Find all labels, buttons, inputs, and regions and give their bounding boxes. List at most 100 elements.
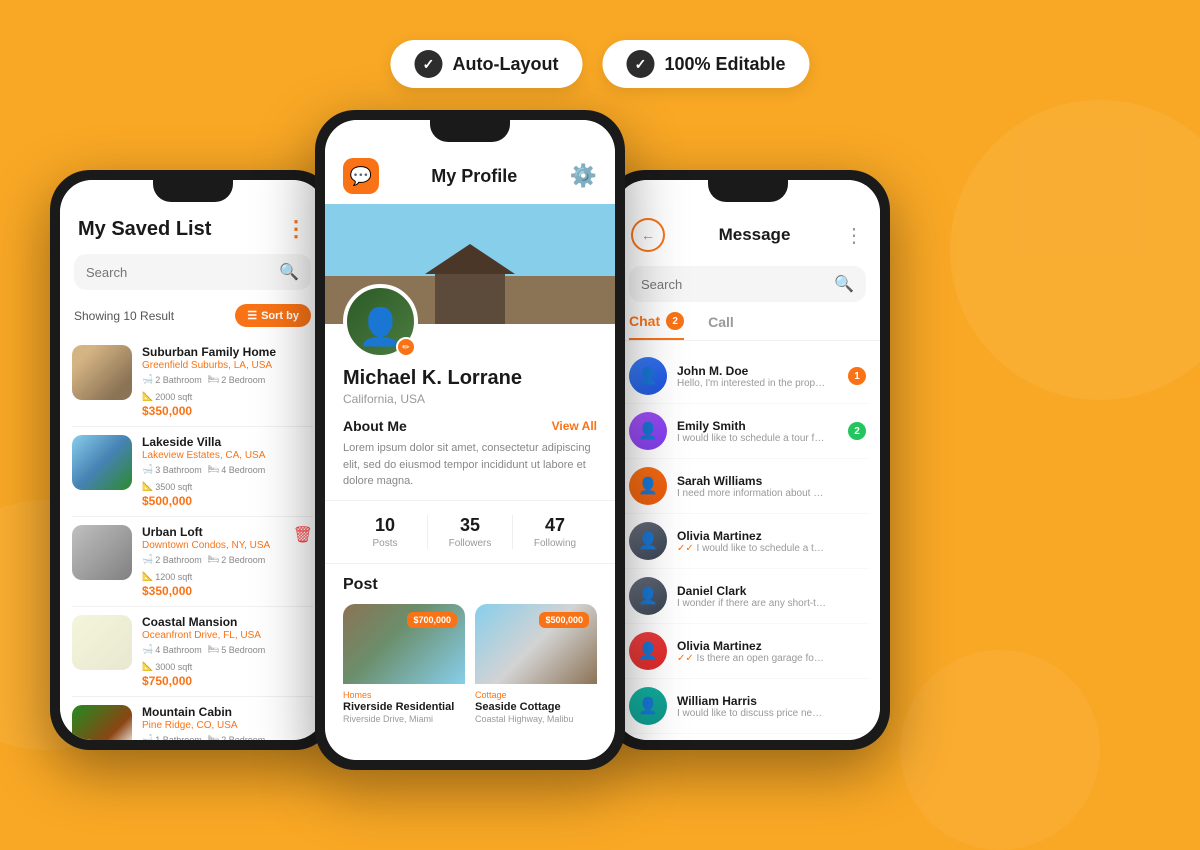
phone-message: ← Message ⋮ 🔍 Chat 2 Call [605, 170, 890, 750]
prop-info-2: Urban Loft Downtown Condos, NY, USA 🛁 2 … [142, 525, 283, 598]
settings-icon[interactable]: ⚙️ [570, 163, 597, 189]
prop-bath-0: 🛁 2 Bathroom [142, 374, 202, 385]
tab-call-label: Call [708, 314, 734, 330]
prop-price-2: $350,000 [142, 584, 283, 598]
phones-container: My Saved List ⋮ 🔍 Showing 10 Result ☰ So… [50, 110, 1150, 770]
chat-name-6: William Harris [677, 694, 866, 708]
chat-item-0[interactable]: 👤 John M. Doe Hello, I'm interested in t… [625, 349, 870, 404]
prop-location-4: Pine Ridge, CO, USA [142, 720, 313, 731]
chat-item-1[interactable]: 👤 Emily Smith I would like to schedule a… [625, 404, 870, 459]
phone-profile: 💬 My Profile ⚙️ 👤 ✏ Michael K. Lorrane C… [315, 110, 625, 770]
chat-avatar-1: 👤 [629, 412, 667, 450]
chat-preview-5: ✓✓ Is there an open garage for two cars … [677, 653, 827, 664]
post-card-title-0: Riverside Residential [343, 701, 465, 713]
prop-sqft-0: 📐 2000 sqft [142, 391, 192, 402]
stat-following: 47 Following [513, 515, 597, 549]
prop-bed-3: 🛏 5 Bedroom [208, 644, 265, 655]
stat-followers: 35 Followers [428, 515, 512, 549]
saved-list-screen: My Saved List ⋮ 🔍 Showing 10 Result ☰ So… [60, 180, 325, 740]
chat-item-5[interactable]: 👤 Olivia Martinez ✓✓ Is there an open ga… [625, 624, 870, 679]
chat-badge-0: 1 [848, 367, 866, 385]
chat-preview-3: ✓✓ I would like to schedule a tour for S… [677, 543, 827, 554]
chat-name-2: Sarah Williams [677, 474, 866, 488]
post-card-1[interactable]: $500,000 Cottage Seaside Cottage Coastal… [475, 604, 597, 730]
prop-bath-4: 🛁 1 Bathroom [142, 734, 202, 740]
chat-item-3[interactable]: 👤 Olivia Martinez ✓✓ I would like to sch… [625, 514, 870, 569]
sort-button[interactable]: ☰ Sort by [235, 304, 311, 327]
profile-name-section: Michael K. Lorrane California, USA [325, 359, 615, 406]
property-item-0[interactable]: Suburban Family Home Greenfield Suburbs,… [72, 337, 313, 427]
chat-preview-1: I would like to schedule a tour for Seas… [677, 433, 827, 444]
property-thumb-0 [72, 345, 132, 400]
message-search-bar[interactable]: 🔍 [629, 266, 866, 302]
message-screen-title: Message [719, 225, 791, 245]
filter-icon: ☰ [247, 309, 257, 322]
post-card-subtitle-0: Riverside Drive, Miami [343, 714, 465, 724]
prop-bath-2: 🛁 2 Bathroom [142, 554, 202, 565]
chat-preview-4: I wonder if there are any short-term ren… [677, 598, 827, 609]
avatar-edit-button[interactable]: ✏ [396, 337, 416, 357]
property-list: Suburban Family Home Greenfield Suburbs,… [60, 337, 325, 740]
saved-list-title: My Saved List [78, 218, 211, 241]
about-label: About Me [343, 418, 407, 434]
property-item-3[interactable]: Coastal Mansion Oceanfront Drive, FL, US… [72, 607, 313, 697]
post-card-subtitle-1: Coastal Highway, Malibu [475, 714, 597, 724]
phone-notch-right [708, 180, 788, 202]
property-item-4[interactable]: Mountain Cabin Pine Ridge, CO, USA 🛁 1 B… [72, 697, 313, 740]
post-card-info-0: Homes Riverside Residential Riverside Dr… [343, 684, 465, 730]
check-icon-2: ✓ [626, 50, 654, 78]
chat-preview-6: I would like to discuss price negotiatio… [677, 708, 827, 719]
stat-posts-number: 10 [343, 515, 427, 536]
tab-chat-label: Chat [629, 313, 660, 329]
property-item-1[interactable]: Lakeside Villa Lakeview Estates, CA, USA… [72, 427, 313, 517]
prop-action-2[interactable]: 🗑 [293, 525, 313, 545]
post-section: Post $700,000 Homes Riverside Residentia… [325, 564, 615, 742]
stat-following-label: Following [513, 538, 597, 549]
prop-bed-0: 🛏 2 Bedroom [208, 374, 265, 385]
message-icon[interactable]: 💬 [343, 158, 379, 194]
property-thumb-2 [72, 525, 132, 580]
prop-name-1: Lakeside Villa [142, 435, 313, 449]
tab-call[interactable]: Call [708, 312, 734, 340]
chat-avatar-2: 👤 [629, 467, 667, 505]
post-card-0[interactable]: $700,000 Homes Riverside Residential Riv… [343, 604, 465, 730]
phone-saved-list: My Saved List ⋮ 🔍 Showing 10 Result ☰ So… [50, 170, 335, 750]
back-button[interactable]: ← [631, 218, 665, 252]
prop-details-1: 🛁 3 Bathroom 🛏 4 Bedroom 📐 3500 sqft [142, 464, 313, 492]
property-thumb-4 [72, 705, 132, 740]
message-search-input[interactable] [641, 277, 826, 292]
chat-item-2[interactable]: 👤 Sarah Williams I need more information… [625, 459, 870, 514]
prop-bed-4: 🛏 2 Bedroom [208, 734, 265, 740]
view-all-link[interactable]: View All [552, 419, 597, 433]
property-item-2[interactable]: Urban Loft Downtown Condos, NY, USA 🛁 2 … [72, 517, 313, 607]
check-icon-1: ✓ [414, 50, 442, 78]
post-price-badge-0: $700,000 [407, 612, 457, 628]
prop-name-4: Mountain Cabin [142, 705, 313, 719]
profile-location: California, USA [343, 392, 597, 406]
chat-item-4[interactable]: 👤 Daniel Clark I wonder if there are any… [625, 569, 870, 624]
prop-location-0: Greenfield Suburbs, LA, USA [142, 360, 313, 371]
chat-avatar-5: 👤 [629, 632, 667, 670]
prop-details-4: 🛁 1 Bathroom 🛏 2 Bedroom 📐 1000 sqft [142, 734, 313, 740]
chat-avatar-6: 👤 [629, 687, 667, 725]
message-menu-icon[interactable]: ⋮ [844, 223, 864, 248]
prop-sqft-3: 📐 3000 sqft [142, 661, 192, 672]
delete-icon-2[interactable]: 🗑 [293, 525, 313, 545]
chat-info-5: Olivia Martinez ✓✓ Is there an open gara… [677, 639, 866, 664]
tab-chat[interactable]: Chat 2 [629, 312, 684, 340]
prop-info-3: Coastal Mansion Oceanfront Drive, FL, US… [142, 615, 313, 688]
phone-notch-center [430, 120, 510, 142]
saved-list-menu-icon[interactable]: ⋮ [285, 216, 307, 242]
message-screen: ← Message ⋮ 🔍 Chat 2 Call [615, 180, 880, 740]
chat-info-4: Daniel Clark I wonder if there are any s… [677, 584, 866, 609]
saved-list-search-input[interactable] [86, 265, 271, 280]
about-row: About Me View All [343, 418, 597, 434]
chat-info-3: Olivia Martinez ✓✓ I would like to sched… [677, 529, 866, 554]
chat-preview-0: Hello, I'm interested in the property at… [677, 378, 827, 389]
saved-list-search-bar[interactable]: 🔍 [74, 254, 311, 290]
chat-name-5: Olivia Martinez [677, 639, 866, 653]
editable-label: 100% Editable [664, 54, 785, 75]
chat-item-6[interactable]: 👤 William Harris I would like to discuss… [625, 679, 870, 734]
prop-name-2: Urban Loft [142, 525, 283, 539]
property-thumb-1 [72, 435, 132, 490]
